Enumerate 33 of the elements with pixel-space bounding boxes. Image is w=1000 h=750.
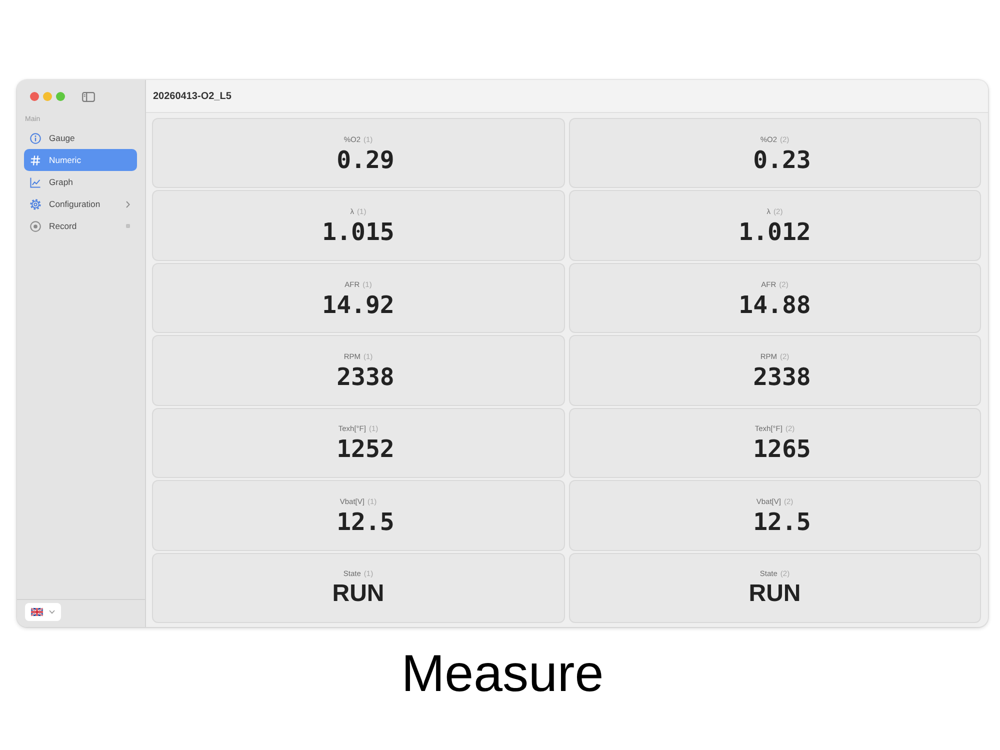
reading-value: RUN [748,580,801,608]
reading-value: 12.5 [336,508,394,536]
chevron-right-icon [126,200,130,208]
reading-value: 2338 [336,362,394,391]
language-picker[interactable] [25,603,61,621]
flag-icon [31,608,43,616]
reading-value: 1.015 [322,218,394,246]
chevron-down-icon [49,610,55,614]
fullscreen-icon[interactable] [56,92,65,101]
reading-value: 1252 [336,435,394,464]
minimize-icon[interactable] [43,92,52,101]
sidebar-toggle-icon[interactable] [82,92,95,102]
slide-caption: Measure [401,648,604,700]
record-icon [30,220,41,232]
document-title: 20260413-O2_L5 [153,90,232,102]
sidebar-item[interactable]: Gauge [24,127,137,149]
reading-value: 1265 [753,435,811,464]
gear-icon [30,198,41,210]
reading-value: 14.88 [738,290,811,319]
line-chart-icon [30,176,41,188]
reading-value: 12.5 [753,508,811,536]
reading-value: 14.92 [322,290,394,319]
reading-value: 2338 [753,362,811,391]
reading-value: RUN [332,580,384,608]
hash-icon [30,154,41,166]
sidebar-item[interactable]: Graph [24,171,137,193]
reading-value: 0.29 [336,146,394,174]
sidebar-item[interactable]: Record [24,215,137,237]
reading-value: 0.23 [753,146,811,174]
sidebar-item[interactable]: Configuration [24,193,137,215]
reading-value: 1.012 [738,218,811,246]
info-icon [30,132,41,144]
close-icon[interactable] [30,92,39,101]
